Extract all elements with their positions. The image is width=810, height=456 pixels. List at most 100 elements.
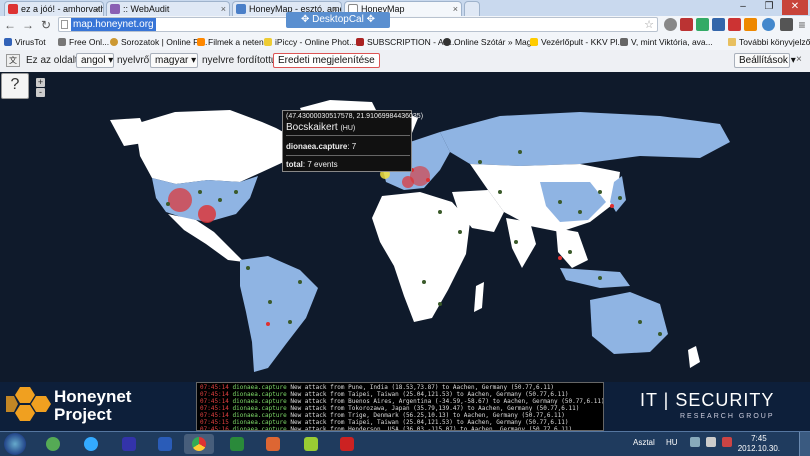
close-icon[interactable]: × — [221, 2, 226, 16]
bookmark-icon — [443, 38, 451, 46]
log-text: New attack from Taipei, Taiwan (25.04,12… — [290, 391, 569, 398]
start-button[interactable] — [4, 433, 26, 455]
bookmark-filmek[interactable]: Filmek a neten — [197, 36, 264, 48]
attack-hotspot — [402, 176, 414, 188]
taskbar-messenger[interactable] — [38, 434, 68, 454]
show-desktop-button[interactable] — [799, 432, 810, 456]
new-tab-button[interactable] — [464, 1, 480, 16]
tooltip-total: total: 7 events — [286, 160, 338, 169]
log-time: 07:45:14 — [200, 405, 229, 412]
bookmark-icon — [530, 38, 538, 46]
word-icon — [158, 437, 172, 451]
taskbar-app[interactable] — [296, 434, 326, 454]
tab-gmail[interactable]: ez a jóó! - amhorvath2011@... × — [4, 1, 104, 16]
log-text: New attack from Buenos Aires, Argentina … — [290, 398, 604, 405]
minimize-icon[interactable]: – — [730, 0, 756, 15]
log-sensor: dionaea.capture — [232, 412, 287, 419]
translate-settings-button[interactable]: Beállítások ▾ — [734, 53, 796, 68]
extension-icon[interactable] — [680, 18, 693, 31]
tab-label: :: WebAudit — [123, 4, 170, 14]
tooltip-coords: (47.43000030517578, 21.91069984436035) — [286, 113, 424, 120]
bookmark-free-online[interactable]: Free Onl... — [58, 36, 109, 48]
attack-hotspot — [198, 205, 216, 223]
taskbar-excel[interactable] — [222, 434, 252, 454]
app-icon — [266, 437, 280, 451]
bookmark-ipiccy[interactable]: iPiccy - Online Phot... — [264, 36, 356, 48]
log-time: 07:45:14 — [200, 391, 229, 398]
show-original-button[interactable]: Eredeti megjelenítése — [273, 53, 380, 68]
tray-icon[interactable] — [722, 437, 732, 447]
clock[interactable]: 7:45 2012.10.30. — [738, 434, 780, 454]
bookmark-folder-more[interactable]: További könyvjelzők — [728, 36, 810, 48]
tooltip-place: Bocskaikert (HU) — [286, 122, 356, 133]
close-icon[interactable]: × — [453, 2, 458, 16]
ie-icon — [84, 437, 98, 451]
log-sensor: dionaea.capture — [232, 398, 287, 405]
target-language-select[interactable]: magyar ▾ — [150, 53, 198, 68]
tab-label: ez a jóó! - amhorvath2011@... — [21, 4, 103, 14]
log-time: 07:45:14 — [200, 398, 229, 405]
log-text: New attack from Pune, India (18.53,73.87… — [290, 384, 555, 391]
star-icon[interactable]: ☆ — [644, 18, 654, 31]
bookmark-subscription[interactable]: SUBSCRIPTION - AN... — [356, 36, 457, 48]
url-text[interactable]: map.honeynet.org — [71, 18, 156, 31]
extension-icon[interactable] — [744, 18, 757, 31]
extension-icon[interactable] — [712, 18, 725, 31]
bookmark-viktoria[interactable]: V, mint Viktória, ava... — [620, 36, 713, 48]
translate-icon: 文 — [6, 54, 20, 67]
zoom-in-button[interactable]: + — [36, 78, 45, 87]
zoom-out-button[interactable]: - — [36, 88, 45, 97]
location-icon[interactable] — [664, 18, 677, 31]
translate-prefix: Ez az oldalt — [26, 55, 78, 66]
tab-webaudit[interactable]: :: WebAudit × — [106, 1, 230, 16]
gmail-icon — [8, 4, 18, 14]
log-text: New attack from Trige, Denmark (56.25,10… — [290, 412, 565, 419]
source-language-select[interactable]: angol ▾ — [76, 53, 114, 68]
floppy-icon — [122, 437, 136, 451]
attack-hotspot — [168, 188, 192, 212]
taskbar-ie[interactable] — [76, 434, 106, 454]
taskbar-chrome[interactable] — [184, 434, 214, 454]
taskbar-save[interactable] — [114, 434, 144, 454]
bookmark-sorozatok[interactable]: Sorozatok | Online Fi... — [110, 36, 207, 48]
page-icon — [236, 4, 246, 14]
bookmark-icon — [4, 38, 12, 46]
taskbar: Asztal HU 7:45 2012.10.30. — [0, 431, 810, 456]
bookmark-icon — [356, 38, 364, 46]
excel-icon — [230, 437, 244, 451]
reload-icon[interactable]: ↻ — [38, 17, 54, 33]
extension-icon[interactable] — [762, 18, 775, 31]
help-button[interactable]: ? — [1, 73, 29, 99]
taskbar-app[interactable] — [258, 434, 288, 454]
desktopcal-overlay[interactable]: ✥ DesktopCal ✥ — [286, 12, 390, 28]
extension-icon[interactable] — [780, 18, 793, 31]
log-sensor: dionaea.capture — [232, 419, 287, 426]
menu-icon[interactable]: ≡ — [794, 17, 810, 33]
bookmark-icon — [58, 38, 66, 46]
volume-icon[interactable] — [706, 437, 716, 447]
extension-icon[interactable] — [728, 18, 741, 31]
translate-bar: 文 Ez az oldalt angol ▾ nyelvről magyar ▾… — [0, 50, 810, 73]
bookmark-virustotal[interactable]: VirusTot — [4, 36, 46, 48]
research-group-label: RESEARCH GROUP — [680, 413, 775, 420]
forward-icon[interactable]: → — [20, 17, 36, 33]
bookmark-online-szotar[interactable]: Online Szótár » Mag... — [443, 36, 539, 48]
honeynet-project-logo-text: Honeynet Project — [54, 387, 132, 424]
language-indicator[interactable]: HU — [666, 438, 678, 447]
close-icon[interactable]: × — [796, 54, 802, 65]
desktop-toolbar-label[interactable]: Asztal — [633, 438, 655, 447]
footer: Honeynet Project 07:45:14 dionaea.captur… — [0, 382, 810, 431]
close-icon[interactable]: × — [95, 2, 100, 16]
taskbar-acrobat[interactable] — [332, 434, 362, 454]
bookmark-icon — [197, 38, 205, 46]
honeynet-logo-icon — [6, 387, 51, 421]
bookmark-vezerlopult[interactable]: Vezérlőpult - KKV Pl... — [530, 36, 625, 48]
honeymap[interactable]: ? + - (47.43000030517578, 21.91069984436… — [0, 72, 810, 382]
maximize-icon[interactable]: ❐ — [756, 0, 782, 15]
back-icon[interactable]: ← — [2, 17, 18, 33]
taskbar-word[interactable] — [150, 434, 180, 454]
page-icon — [61, 20, 68, 29]
extension-icon[interactable] — [696, 18, 709, 31]
close-window-icon[interactable]: ✕ — [782, 0, 808, 15]
network-icon[interactable] — [690, 437, 700, 447]
